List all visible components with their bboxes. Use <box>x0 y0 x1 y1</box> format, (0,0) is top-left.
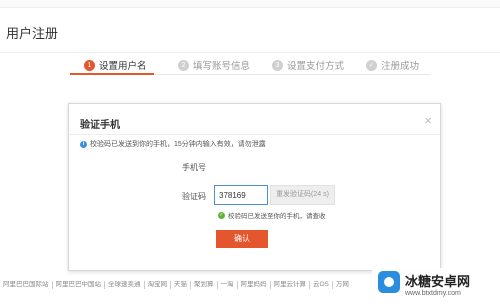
close-icon[interactable]: × <box>424 113 432 128</box>
footer-link[interactable]: 阿里云计算 <box>271 281 310 289</box>
footer-link[interactable]: 阿里巴巴国际站 <box>0 281 53 289</box>
top-strip <box>0 0 500 8</box>
step-account-info: 2 填写账号信息 <box>178 57 250 73</box>
confirm-button[interactable]: 确认 <box>216 230 268 248</box>
dialog-title: 验证手机 <box>80 120 120 131</box>
phone-number-masked <box>220 159 268 171</box>
phone-label: 手机号 <box>182 163 206 172</box>
footer-link[interactable]: 万网 <box>333 281 352 289</box>
footer-link[interactable]: 天猫 <box>171 281 191 289</box>
footer-link[interactable]: 全球速卖通 <box>105 281 145 289</box>
steps-underline <box>70 73 430 75</box>
step-set-username: 1 设置用户名 <box>84 57 147 73</box>
active-step-bar <box>70 73 154 75</box>
divider <box>69 134 440 135</box>
watermark-logo-icon <box>378 271 400 293</box>
code-label: 验证码 <box>182 192 206 201</box>
page-title: 用户注册 <box>6 26 59 41</box>
footer-link[interactable]: 淘宝网 <box>145 281 171 289</box>
info-icon: i <box>80 140 87 148</box>
site-watermark: 冰糖安卓网 www.btxtdmy.com <box>372 268 498 304</box>
step-number: 1 <box>84 59 95 71</box>
footer-link[interactable]: 云OS <box>310 281 333 289</box>
footer-link[interactable]: 聚划算 <box>191 281 218 289</box>
footer-link[interactable]: 阿里巴巴中国站 <box>53 281 105 289</box>
code-sent-note: ✓ 校验码已发送至你的手机，请查收 <box>218 210 326 220</box>
code-sent-text: 校验码已发送至你的手机，请查收 <box>228 213 326 220</box>
watermark-url: www.btxtdmy.com <box>405 290 461 297</box>
step-label: 设置支付方式 <box>287 61 345 72</box>
step-number: 2 <box>178 59 189 71</box>
step-payment-method: 3 设置支付方式 <box>272 57 344 73</box>
step-label: 注册成功 <box>381 61 420 72</box>
verification-code-input[interactable] <box>214 185 268 205</box>
verify-phone-dialog: 验证手机 × i 校验码已发送到你的手机，15分钟内输入有效，请勿泄露 手机号 … <box>68 103 441 271</box>
sms-notice: i 校验码已发送到你的手机，15分钟内输入有效，请勿泄露 <box>80 139 266 149</box>
success-check-icon: ✓ <box>218 211 225 219</box>
watermark-title: 冰糖安卓网 <box>405 274 471 289</box>
check-icon: ✓ <box>366 59 377 71</box>
step-number: 3 <box>272 59 283 71</box>
footer-link[interactable]: 阿里妈妈 <box>238 281 271 289</box>
resend-code-button[interactable]: 重发验证码(24 s) <box>270 185 335 205</box>
step-label: 填写账号信息 <box>193 61 251 72</box>
footer-link[interactable]: 一淘 <box>218 281 238 289</box>
step-registration-success: ✓ 注册成功 <box>366 57 419 73</box>
sms-notice-text: 校验码已发送到你的手机，15分钟内输入有效，请勿泄露 <box>90 141 266 148</box>
registration-steps: 1 设置用户名 2 填写账号信息 3 设置支付方式 ✓ 注册成功 <box>70 53 430 75</box>
step-label: 设置用户名 <box>99 61 147 72</box>
header: 用户注册 <box>0 9 500 53</box>
